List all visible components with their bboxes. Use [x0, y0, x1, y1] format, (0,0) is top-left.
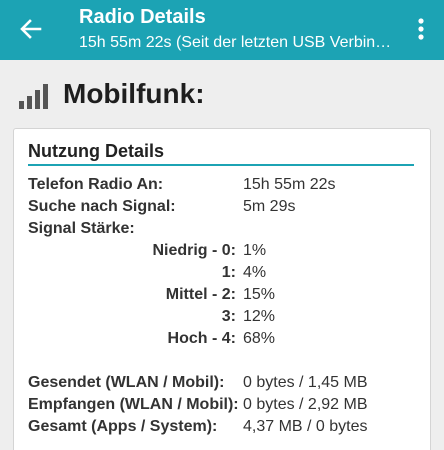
- row-label: Gesendet (WLAN / Mobil):: [28, 374, 225, 391]
- row-value: 0 bytes / 2,92 MB: [243, 396, 368, 413]
- row-received: Empfangen (WLAN / Mobil): 0 bytes / 2,92…: [14, 396, 432, 418]
- row-signal-strength: Signal Stärke:: [14, 220, 432, 242]
- row-value: 1%: [243, 242, 267, 259]
- row-value: 0 bytes / 1,45 MB: [243, 374, 368, 391]
- card-title: Nutzung Details: [28, 141, 165, 161]
- row-label: Gesamt (Apps / System):: [28, 418, 218, 435]
- section-title: Mobilfunk:: [63, 78, 205, 109]
- row-level-3: 3: 12%: [14, 308, 432, 330]
- row-level-0: Niedrig - 0: 1%: [14, 242, 432, 264]
- row-value: 68%: [243, 330, 276, 347]
- row-value: 15h 55m 22s: [243, 176, 336, 193]
- page-subtitle: 15h 55m 22s (Seit der letzten USB Verbin…: [79, 34, 399, 51]
- row-value: 4%: [243, 264, 267, 281]
- row-value: 15%: [243, 286, 276, 303]
- row-label: Hoch - 4:: [167, 330, 236, 347]
- row-label: Niedrig - 0:: [152, 242, 236, 259]
- row-label: Mittel - 2:: [165, 286, 236, 303]
- row-label: Telefon Radio An:: [28, 176, 164, 193]
- card-divider: [28, 164, 414, 166]
- row-searching: Suche nach Signal: 5m 29s: [14, 198, 432, 220]
- row-label: Empfangen (WLAN / Mobil):: [28, 396, 239, 413]
- usage-details-card: Nutzung Details Telefon Radio An: 15h 55…: [13, 128, 431, 450]
- row-sent: Gesendet (WLAN / Mobil): 0 bytes / 1,45 …: [14, 374, 432, 396]
- row-total: Gesamt (Apps / System): 4,37 MB / 0 byte…: [14, 418, 432, 440]
- row-radio-on: Telefon Radio An: 15h 55m 22s: [14, 176, 432, 198]
- back-arrow-icon[interactable]: [16, 14, 46, 44]
- page-title: Radio Details: [79, 6, 206, 28]
- signal-bars-icon: [18, 82, 50, 110]
- row-value: 4,37 MB / 0 bytes: [243, 418, 368, 435]
- row-level-2: Mittel - 2: 15%: [14, 286, 432, 308]
- row-level-1: 1: 4%: [14, 264, 432, 286]
- row-label: 1:: [221, 264, 236, 281]
- row-level-4: Hoch - 4: 68%: [14, 330, 432, 352]
- row-label: 3:: [221, 308, 236, 325]
- more-options-icon[interactable]: [410, 14, 432, 44]
- row-label: Suche nach Signal:: [28, 198, 176, 215]
- row-value: 12%: [243, 308, 276, 325]
- row-value: 5m 29s: [243, 198, 296, 215]
- app-bar: Radio Details 15h 55m 22s (Seit der letz…: [0, 0, 444, 60]
- row-label: Signal Stärke:: [28, 220, 135, 237]
